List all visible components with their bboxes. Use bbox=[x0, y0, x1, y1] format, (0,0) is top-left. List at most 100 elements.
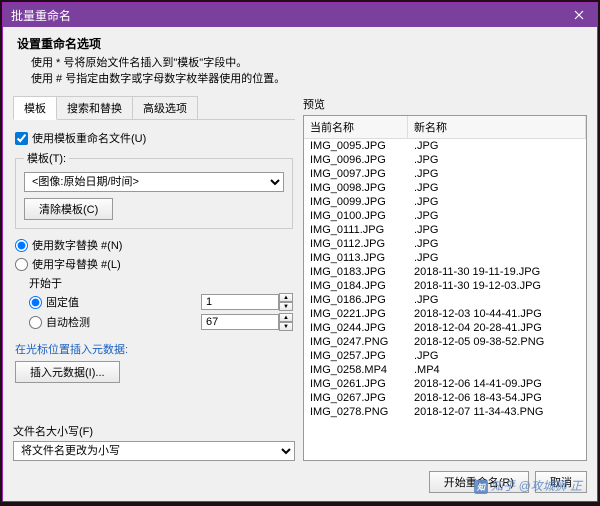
table-row[interactable]: IMG_0112.JPG.JPG bbox=[304, 237, 586, 251]
cell-current: IMG_0100.JPG bbox=[304, 209, 408, 223]
table-row[interactable]: IMG_0098.JPG.JPG bbox=[304, 181, 586, 195]
filename-case-block: 文件名大小写(F) 将文件名更改为小写 bbox=[13, 423, 295, 461]
titlebar: 批量重命名 bbox=[3, 3, 597, 27]
use-template-checkbox-row[interactable]: 使用模板重命名文件(U) bbox=[15, 130, 293, 146]
spin-down-icon[interactable]: ▼ bbox=[279, 322, 293, 331]
close-icon bbox=[574, 10, 584, 20]
preview-col-new[interactable]: 新名称 bbox=[408, 116, 586, 138]
table-row[interactable]: IMG_0183.JPG2018-11-30 19-11-19.JPG bbox=[304, 265, 586, 279]
auto-detect-radio[interactable] bbox=[29, 316, 42, 329]
cell-current: IMG_0113.JPG bbox=[304, 251, 408, 265]
cell-new: 2018-12-04 20-28-41.JPG bbox=[408, 321, 586, 335]
cell-new: .JPG bbox=[408, 195, 586, 209]
left-panel: 模板 搜索和替换 高级选项 使用模板重命名文件(U) 模板(T): <图像:原始… bbox=[13, 96, 295, 461]
cell-new: .JPG bbox=[408, 209, 586, 223]
table-row[interactable]: IMG_0267.JPG2018-12-06 18-43-54.JPG bbox=[304, 391, 586, 405]
fixed-value-spinner[interactable]: ▲▼ bbox=[201, 293, 293, 311]
table-row[interactable]: IMG_0184.JPG2018-11-30 19-12-03.JPG bbox=[304, 279, 586, 293]
auto-detect-spinner[interactable]: ▲▼ bbox=[201, 313, 293, 331]
auto-detect-label: 自动检测 bbox=[46, 314, 90, 330]
tab-strip: 模板 搜索和替换 高级选项 bbox=[13, 96, 295, 120]
tab-template[interactable]: 模板 bbox=[13, 96, 57, 120]
clear-template-button[interactable]: 清除模板(C) bbox=[24, 198, 113, 220]
table-row[interactable]: IMG_0247.PNG2018-12-05 09-38-52.PNG bbox=[304, 335, 586, 349]
template-select[interactable]: <图像:原始日期/时间> bbox=[24, 172, 284, 192]
cell-current: IMG_0247.PNG bbox=[304, 335, 408, 349]
cell-new: .JPG bbox=[408, 251, 586, 265]
close-button[interactable] bbox=[561, 3, 597, 27]
cell-new: .JPG bbox=[408, 167, 586, 181]
cell-new: 2018-12-03 10-44-41.JPG bbox=[408, 307, 586, 321]
cell-current: IMG_0098.JPG bbox=[304, 181, 408, 195]
cell-current: IMG_0221.JPG bbox=[304, 307, 408, 321]
cell-current: IMG_0099.JPG bbox=[304, 195, 408, 209]
preview-header: 当前名称 新名称 bbox=[304, 116, 586, 139]
cell-current: IMG_0257.JPG bbox=[304, 349, 408, 363]
cell-current: IMG_0097.JPG bbox=[304, 167, 408, 181]
spin-up-icon[interactable]: ▲ bbox=[279, 293, 293, 302]
auto-detect-input[interactable] bbox=[201, 314, 279, 330]
right-panel: 预览 当前名称 新名称 IMG_0095.JPG.JPGIMG_0096.JPG… bbox=[303, 96, 587, 461]
cell-current: IMG_0261.JPG bbox=[304, 377, 408, 391]
use-template-checkbox[interactable] bbox=[15, 132, 28, 145]
table-row[interactable]: IMG_0186.JPG.JPG bbox=[304, 293, 586, 307]
cell-new: 2018-12-07 11-34-43.PNG bbox=[408, 405, 586, 419]
header-desc2: 使用 # 号指定由数字或字母数字枚举器使用的位置。 bbox=[17, 70, 583, 86]
cell-new: .MP4 bbox=[408, 363, 586, 377]
dialog-window: 批量重命名 设置重命名选项 使用 * 号将原始文件名插入到"模板"字段中。 使用… bbox=[2, 2, 598, 502]
cell-current: IMG_0184.JPG bbox=[304, 279, 408, 293]
table-row[interactable]: IMG_0261.JPG2018-12-06 14-41-09.JPG bbox=[304, 377, 586, 391]
filename-case-select[interactable]: 将文件名更改为小写 bbox=[13, 441, 295, 461]
dialog-footer: 开始重命名(R) 取消 bbox=[3, 463, 597, 501]
insert-metadata-button[interactable]: 插入元数据(I)... bbox=[15, 361, 120, 383]
table-row[interactable]: IMG_0278.PNG2018-12-07 11-34-43.PNG bbox=[304, 405, 586, 419]
cancel-button[interactable]: 取消 bbox=[535, 471, 587, 493]
table-row[interactable]: IMG_0257.JPG.JPG bbox=[304, 349, 586, 363]
table-row[interactable]: IMG_0097.JPG.JPG bbox=[304, 167, 586, 181]
tab-search-replace[interactable]: 搜索和替换 bbox=[56, 96, 133, 119]
header-block: 设置重命名选项 使用 * 号将原始文件名插入到"模板"字段中。 使用 # 号指定… bbox=[3, 27, 597, 92]
alpha-replace-radio[interactable] bbox=[15, 258, 28, 271]
fixed-value-label: 固定值 bbox=[46, 294, 79, 310]
use-template-label: 使用模板重命名文件(U) bbox=[32, 130, 146, 146]
spin-up-icon[interactable]: ▲ bbox=[279, 313, 293, 322]
numeric-replace-radio[interactable] bbox=[15, 239, 28, 252]
cell-new: 2018-11-30 19-11-19.JPG bbox=[408, 265, 586, 279]
cell-new: .JPG bbox=[408, 349, 586, 363]
fixed-value-radio[interactable] bbox=[29, 296, 42, 309]
table-row[interactable]: IMG_0113.JPG.JPG bbox=[304, 251, 586, 265]
numeric-replace-row[interactable]: 使用数字替换 #(N) bbox=[15, 237, 293, 253]
table-row[interactable]: IMG_0099.JPG.JPG bbox=[304, 195, 586, 209]
table-row[interactable]: IMG_0221.JPG2018-12-03 10-44-41.JPG bbox=[304, 307, 586, 321]
cell-current: IMG_0244.JPG bbox=[304, 321, 408, 335]
cell-new: .JPG bbox=[408, 237, 586, 251]
cell-current: IMG_0267.JPG bbox=[304, 391, 408, 405]
table-row[interactable]: IMG_0100.JPG.JPG bbox=[304, 209, 586, 223]
fixed-value-row[interactable]: 固定值 bbox=[29, 294, 79, 310]
filename-case-label: 文件名大小写(F) bbox=[13, 423, 295, 439]
cell-current: IMG_0258.MP4 bbox=[304, 363, 408, 377]
cell-new: .JPG bbox=[408, 223, 586, 237]
preview-list[interactable]: 当前名称 新名称 IMG_0095.JPG.JPGIMG_0096.JPG.JP… bbox=[303, 115, 587, 461]
tab-advanced[interactable]: 高级选项 bbox=[132, 96, 198, 119]
start-rename-button[interactable]: 开始重命名(R) bbox=[429, 471, 529, 493]
spin-down-icon[interactable]: ▼ bbox=[279, 302, 293, 311]
template-fieldset: 模板(T): <图像:原始日期/时间> 清除模板(C) bbox=[15, 150, 293, 229]
preview-col-current[interactable]: 当前名称 bbox=[304, 116, 408, 138]
table-row[interactable]: IMG_0244.JPG2018-12-04 20-28-41.JPG bbox=[304, 321, 586, 335]
auto-detect-row[interactable]: 自动检测 bbox=[29, 314, 90, 330]
start-at-label: 开始于 bbox=[29, 275, 293, 291]
window-title: 批量重命名 bbox=[11, 7, 71, 24]
cell-current: IMG_0278.PNG bbox=[304, 405, 408, 419]
table-row[interactable]: IMG_0096.JPG.JPG bbox=[304, 153, 586, 167]
fixed-value-input[interactable] bbox=[201, 294, 279, 310]
template-legend: 模板(T): bbox=[24, 150, 69, 166]
cell-current: IMG_0183.JPG bbox=[304, 265, 408, 279]
table-row[interactable]: IMG_0258.MP4.MP4 bbox=[304, 363, 586, 377]
alpha-replace-row[interactable]: 使用字母替换 #(L) bbox=[15, 256, 293, 272]
cell-new: .JPG bbox=[408, 293, 586, 307]
cell-current: IMG_0112.JPG bbox=[304, 237, 408, 251]
table-row[interactable]: IMG_0111.JPG.JPG bbox=[304, 223, 586, 237]
table-row[interactable]: IMG_0095.JPG.JPG bbox=[304, 139, 586, 153]
cell-new: .JPG bbox=[408, 181, 586, 195]
